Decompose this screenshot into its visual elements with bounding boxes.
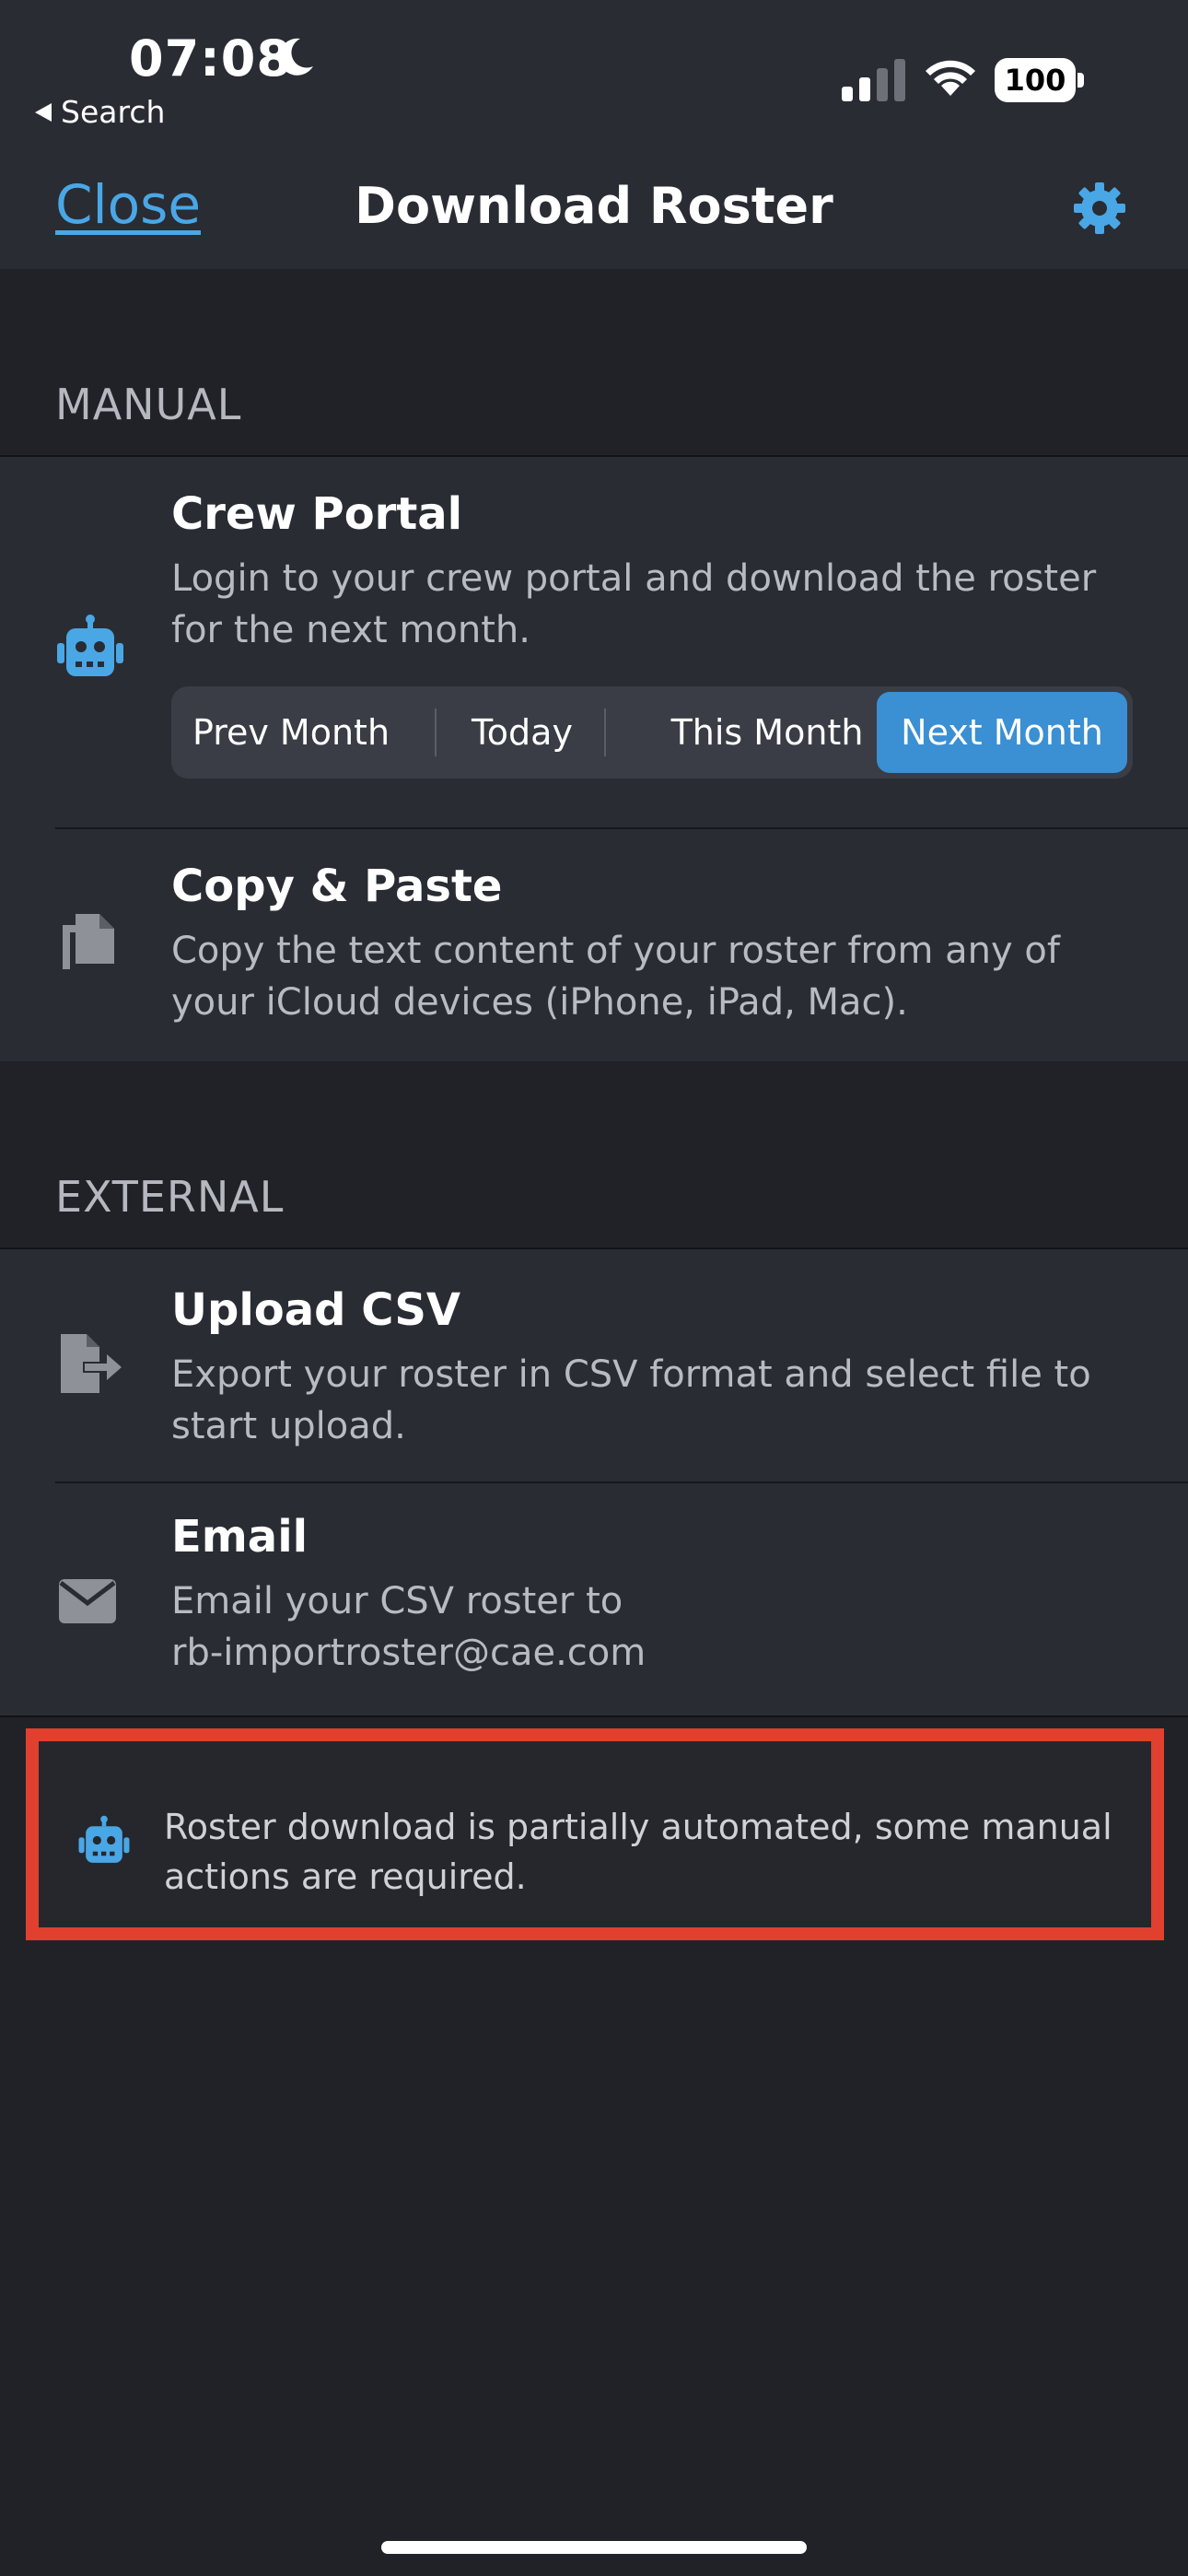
upload-csv-row[interactable]: Upload CSV Export your roster in CSV for… (0, 1249, 1188, 1481)
download-roster-screen: 07:08 Search 100 Close Download Roster M… (0, 0, 1188, 2576)
upload-csv-title: Upload CSV (171, 1284, 461, 1336)
status-time: 07:08 (129, 29, 292, 88)
copy-paste-description: Copy the text content of your roster fro… (171, 930, 1060, 1024)
gear-icon[interactable] (1072, 181, 1127, 236)
info-banner-text: Roster download is partially automated, … (164, 1807, 1112, 1897)
email-title: Email (171, 1511, 309, 1563)
copy-icon (63, 914, 114, 969)
upload-csv-description: Export your roster in CSV format and sel… (171, 1353, 1091, 1447)
crew-portal-title: Crew Portal (171, 488, 463, 540)
section-header-external: EXTERNAL (55, 1172, 285, 1222)
segment-next-month[interactable]: Next Month (877, 692, 1127, 773)
robot-icon (57, 615, 123, 676)
file-export-icon (61, 1334, 122, 1393)
battery-level: 100 (995, 58, 1076, 102)
battery-cap (1077, 73, 1084, 88)
segment-this-month[interactable]: This Month (615, 692, 919, 773)
moon-icon (278, 38, 313, 76)
battery-indicator: 100 (995, 58, 1085, 102)
section-divider (0, 1715, 1188, 1717)
segment-divider (604, 708, 606, 756)
cellular-signal-icon (842, 59, 905, 101)
external-group: Upload CSV Export your roster in CSV for… (0, 1249, 1188, 1717)
month-segmented-control: Prev Month Today This Month Next Month (171, 686, 1133, 779)
wifi-icon (926, 60, 975, 96)
email-row[interactable]: Email Email your CSV roster to rb-import… (0, 1483, 1188, 1717)
top-bar: 07:08 Search 100 Close Download Roster (0, 0, 1188, 269)
email-description: Email your CSV roster to rb-importroster… (171, 1575, 1147, 1679)
page-title: Download Roster (355, 177, 833, 235)
back-arrow-icon (35, 102, 52, 122)
back-to-search-link[interactable]: Search (35, 94, 165, 130)
envelope-icon (59, 1579, 116, 1623)
crew-portal-description: Login to your crew portal and download t… (171, 557, 1097, 651)
section-header-manual: MANUAL (55, 380, 242, 429)
robot-icon (78, 1815, 130, 1863)
back-label: Search (61, 94, 166, 130)
segment-today[interactable]: Today (448, 692, 597, 773)
email-description-line: Email your CSV roster to (171, 1580, 623, 1622)
email-address: rb-importroster@cae.com (171, 1632, 646, 1674)
copy-paste-title: Copy & Paste (171, 861, 503, 912)
copy-paste-row[interactable]: Copy & Paste Copy the text content of yo… (0, 829, 1188, 1061)
segment-prev-month[interactable]: Prev Month (181, 692, 402, 773)
segment-divider (435, 708, 437, 756)
automation-info-banner: Roster download is partially automated, … (26, 1728, 1164, 1940)
home-indicator[interactable] (381, 2541, 807, 2554)
